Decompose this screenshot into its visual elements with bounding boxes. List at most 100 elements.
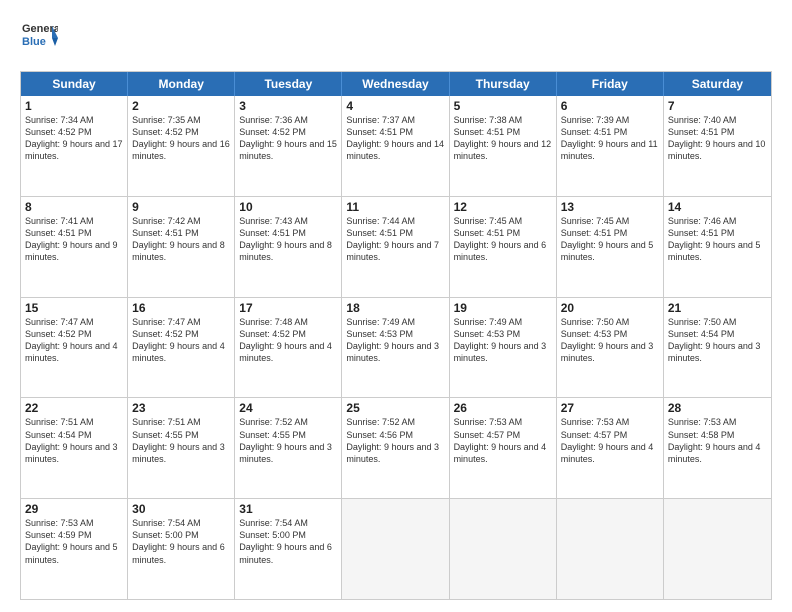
calendar-cell: 31Sunrise: 7:54 AMSunset: 5:00 PMDayligh… bbox=[235, 499, 342, 599]
calendar-cell: 27Sunrise: 7:53 AMSunset: 4:57 PMDayligh… bbox=[557, 398, 664, 498]
calendar-cell: 30Sunrise: 7:54 AMSunset: 5:00 PMDayligh… bbox=[128, 499, 235, 599]
day-number: 21 bbox=[668, 301, 767, 315]
calendar-cell: 7Sunrise: 7:40 AMSunset: 4:51 PMDaylight… bbox=[664, 96, 771, 196]
calendar-cell: 26Sunrise: 7:53 AMSunset: 4:57 PMDayligh… bbox=[450, 398, 557, 498]
cell-info: Sunrise: 7:52 AMSunset: 4:56 PMDaylight:… bbox=[346, 416, 444, 465]
svg-text:Blue: Blue bbox=[22, 36, 46, 48]
day-number: 26 bbox=[454, 401, 552, 415]
cell-info: Sunrise: 7:51 AMSunset: 4:55 PMDaylight:… bbox=[132, 416, 230, 465]
day-number: 6 bbox=[561, 99, 659, 113]
calendar-cell bbox=[664, 499, 771, 599]
weekday-header: Tuesday bbox=[235, 72, 342, 96]
day-number: 28 bbox=[668, 401, 767, 415]
calendar-cell: 20Sunrise: 7:50 AMSunset: 4:53 PMDayligh… bbox=[557, 298, 664, 398]
calendar-cell: 28Sunrise: 7:53 AMSunset: 4:58 PMDayligh… bbox=[664, 398, 771, 498]
day-number: 25 bbox=[346, 401, 444, 415]
calendar-cell: 18Sunrise: 7:49 AMSunset: 4:53 PMDayligh… bbox=[342, 298, 449, 398]
cell-info: Sunrise: 7:36 AMSunset: 4:52 PMDaylight:… bbox=[239, 114, 337, 163]
calendar-cell: 15Sunrise: 7:47 AMSunset: 4:52 PMDayligh… bbox=[21, 298, 128, 398]
cell-info: Sunrise: 7:45 AMSunset: 4:51 PMDaylight:… bbox=[454, 215, 552, 264]
day-number: 19 bbox=[454, 301, 552, 315]
calendar-body: 1Sunrise: 7:34 AMSunset: 4:52 PMDaylight… bbox=[21, 96, 771, 599]
day-number: 15 bbox=[25, 301, 123, 315]
calendar-cell: 9Sunrise: 7:42 AMSunset: 4:51 PMDaylight… bbox=[128, 197, 235, 297]
day-number: 13 bbox=[561, 200, 659, 214]
calendar-cell: 10Sunrise: 7:43 AMSunset: 4:51 PMDayligh… bbox=[235, 197, 342, 297]
calendar-cell: 25Sunrise: 7:52 AMSunset: 4:56 PMDayligh… bbox=[342, 398, 449, 498]
cell-info: Sunrise: 7:41 AMSunset: 4:51 PMDaylight:… bbox=[25, 215, 123, 264]
day-number: 31 bbox=[239, 502, 337, 516]
day-number: 1 bbox=[25, 99, 123, 113]
logo-icon: General Blue bbox=[20, 18, 58, 56]
cell-info: Sunrise: 7:53 AMSunset: 4:58 PMDaylight:… bbox=[668, 416, 767, 465]
cell-info: Sunrise: 7:42 AMSunset: 4:51 PMDaylight:… bbox=[132, 215, 230, 264]
calendar-row: 8Sunrise: 7:41 AMSunset: 4:51 PMDaylight… bbox=[21, 196, 771, 297]
calendar-cell: 4Sunrise: 7:37 AMSunset: 4:51 PMDaylight… bbox=[342, 96, 449, 196]
calendar-cell: 21Sunrise: 7:50 AMSunset: 4:54 PMDayligh… bbox=[664, 298, 771, 398]
weekday-header: Monday bbox=[128, 72, 235, 96]
cell-info: Sunrise: 7:47 AMSunset: 4:52 PMDaylight:… bbox=[25, 316, 123, 365]
weekday-header: Wednesday bbox=[342, 72, 449, 96]
day-number: 12 bbox=[454, 200, 552, 214]
day-number: 11 bbox=[346, 200, 444, 214]
calendar-row: 1Sunrise: 7:34 AMSunset: 4:52 PMDaylight… bbox=[21, 96, 771, 196]
calendar-cell: 6Sunrise: 7:39 AMSunset: 4:51 PMDaylight… bbox=[557, 96, 664, 196]
cell-info: Sunrise: 7:47 AMSunset: 4:52 PMDaylight:… bbox=[132, 316, 230, 365]
cell-info: Sunrise: 7:35 AMSunset: 4:52 PMDaylight:… bbox=[132, 114, 230, 163]
calendar-cell: 5Sunrise: 7:38 AMSunset: 4:51 PMDaylight… bbox=[450, 96, 557, 196]
weekday-header: Sunday bbox=[21, 72, 128, 96]
calendar-cell: 1Sunrise: 7:34 AMSunset: 4:52 PMDaylight… bbox=[21, 96, 128, 196]
day-number: 17 bbox=[239, 301, 337, 315]
day-number: 30 bbox=[132, 502, 230, 516]
day-number: 22 bbox=[25, 401, 123, 415]
weekday-header: Thursday bbox=[450, 72, 557, 96]
calendar-cell: 29Sunrise: 7:53 AMSunset: 4:59 PMDayligh… bbox=[21, 499, 128, 599]
day-number: 7 bbox=[668, 99, 767, 113]
cell-info: Sunrise: 7:34 AMSunset: 4:52 PMDaylight:… bbox=[25, 114, 123, 163]
day-number: 2 bbox=[132, 99, 230, 113]
day-number: 23 bbox=[132, 401, 230, 415]
calendar-cell: 16Sunrise: 7:47 AMSunset: 4:52 PMDayligh… bbox=[128, 298, 235, 398]
day-number: 3 bbox=[239, 99, 337, 113]
weekday-header: Friday bbox=[557, 72, 664, 96]
cell-info: Sunrise: 7:45 AMSunset: 4:51 PMDaylight:… bbox=[561, 215, 659, 264]
calendar-cell: 11Sunrise: 7:44 AMSunset: 4:51 PMDayligh… bbox=[342, 197, 449, 297]
weekday-header: Saturday bbox=[664, 72, 771, 96]
page: General Blue SundayMondayTuesdayWednesda… bbox=[0, 0, 792, 612]
calendar-cell: 24Sunrise: 7:52 AMSunset: 4:55 PMDayligh… bbox=[235, 398, 342, 498]
header: General Blue bbox=[20, 18, 772, 61]
cell-info: Sunrise: 7:43 AMSunset: 4:51 PMDaylight:… bbox=[239, 215, 337, 264]
cell-info: Sunrise: 7:39 AMSunset: 4:51 PMDaylight:… bbox=[561, 114, 659, 163]
calendar-cell: 2Sunrise: 7:35 AMSunset: 4:52 PMDaylight… bbox=[128, 96, 235, 196]
calendar-cell bbox=[557, 499, 664, 599]
cell-info: Sunrise: 7:37 AMSunset: 4:51 PMDaylight:… bbox=[346, 114, 444, 163]
calendar-cell: 14Sunrise: 7:46 AMSunset: 4:51 PMDayligh… bbox=[664, 197, 771, 297]
day-number: 4 bbox=[346, 99, 444, 113]
cell-info: Sunrise: 7:51 AMSunset: 4:54 PMDaylight:… bbox=[25, 416, 123, 465]
cell-info: Sunrise: 7:49 AMSunset: 4:53 PMDaylight:… bbox=[454, 316, 552, 365]
cell-info: Sunrise: 7:50 AMSunset: 4:53 PMDaylight:… bbox=[561, 316, 659, 365]
cell-info: Sunrise: 7:53 AMSunset: 4:57 PMDaylight:… bbox=[561, 416, 659, 465]
day-number: 27 bbox=[561, 401, 659, 415]
day-number: 5 bbox=[454, 99, 552, 113]
cell-info: Sunrise: 7:53 AMSunset: 4:59 PMDaylight:… bbox=[25, 517, 123, 566]
day-number: 20 bbox=[561, 301, 659, 315]
calendar-cell: 8Sunrise: 7:41 AMSunset: 4:51 PMDaylight… bbox=[21, 197, 128, 297]
calendar: SundayMondayTuesdayWednesdayThursdayFrid… bbox=[20, 71, 772, 600]
cell-info: Sunrise: 7:53 AMSunset: 4:57 PMDaylight:… bbox=[454, 416, 552, 465]
cell-info: Sunrise: 7:50 AMSunset: 4:54 PMDaylight:… bbox=[668, 316, 767, 365]
calendar-cell: 22Sunrise: 7:51 AMSunset: 4:54 PMDayligh… bbox=[21, 398, 128, 498]
cell-info: Sunrise: 7:49 AMSunset: 4:53 PMDaylight:… bbox=[346, 316, 444, 365]
day-number: 8 bbox=[25, 200, 123, 214]
cell-info: Sunrise: 7:54 AMSunset: 5:00 PMDaylight:… bbox=[132, 517, 230, 566]
calendar-row: 29Sunrise: 7:53 AMSunset: 4:59 PMDayligh… bbox=[21, 498, 771, 599]
cell-info: Sunrise: 7:48 AMSunset: 4:52 PMDaylight:… bbox=[239, 316, 337, 365]
cell-info: Sunrise: 7:54 AMSunset: 5:00 PMDaylight:… bbox=[239, 517, 337, 566]
cell-info: Sunrise: 7:46 AMSunset: 4:51 PMDaylight:… bbox=[668, 215, 767, 264]
calendar-cell: 23Sunrise: 7:51 AMSunset: 4:55 PMDayligh… bbox=[128, 398, 235, 498]
day-number: 14 bbox=[668, 200, 767, 214]
cell-info: Sunrise: 7:40 AMSunset: 4:51 PMDaylight:… bbox=[668, 114, 767, 163]
calendar-cell: 12Sunrise: 7:45 AMSunset: 4:51 PMDayligh… bbox=[450, 197, 557, 297]
calendar-row: 15Sunrise: 7:47 AMSunset: 4:52 PMDayligh… bbox=[21, 297, 771, 398]
cell-info: Sunrise: 7:52 AMSunset: 4:55 PMDaylight:… bbox=[239, 416, 337, 465]
